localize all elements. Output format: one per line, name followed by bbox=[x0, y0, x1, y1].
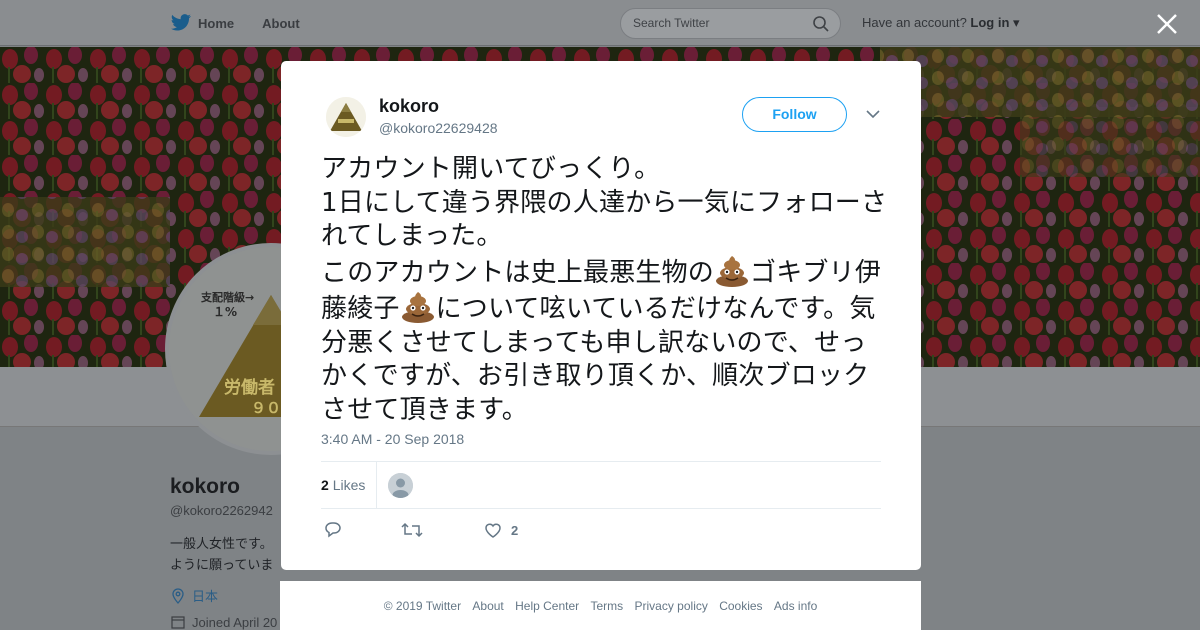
search-icon[interactable] bbox=[812, 15, 830, 33]
calendar-icon bbox=[171, 616, 185, 629]
profile-name: kokoro bbox=[170, 475, 241, 498]
stats-divider bbox=[376, 462, 377, 509]
reply-icon[interactable] bbox=[323, 521, 343, 539]
tweet-text: アカウント開いてびっくり。 1日にして違う界隈の人達から一気にフォローされてしま… bbox=[321, 153, 891, 427]
about-link[interactable]: About bbox=[262, 16, 300, 31]
likes-stat[interactable]: 2 Likes bbox=[321, 477, 365, 493]
avatar-label-num: ９０ bbox=[251, 399, 281, 417]
like-action-count: 2 bbox=[511, 523, 519, 538]
pyramid-avatar-small bbox=[326, 97, 366, 137]
joined-label: Joined April 20 bbox=[192, 614, 278, 630]
login-link[interactable]: Log in ▾ bbox=[970, 15, 1019, 30]
footer-link-help-center[interactable]: Help Center bbox=[515, 599, 579, 613]
retweet-icon[interactable] bbox=[401, 521, 423, 539]
tweet-actions: 2 bbox=[321, 519, 621, 543]
bio-line-1: 一般人女性です。 bbox=[170, 536, 273, 551]
location-label: 日本 bbox=[192, 589, 219, 604]
footer-link-privacy[interactable]: Privacy policy bbox=[635, 599, 708, 613]
search-input[interactable]: Search Twitter bbox=[620, 8, 841, 39]
top-navigation: Home About Search Twitter Have an accoun… bbox=[0, 0, 1200, 46]
footer-links: © 2019 Twitter About Help Center Terms P… bbox=[280, 599, 921, 613]
pile-of-poo-emoji-icon bbox=[716, 255, 749, 287]
avatar-label-bottom: 労働者 bbox=[224, 377, 275, 398]
likes-count: 2 bbox=[321, 477, 329, 493]
tweet-modal: kokoro @kokoro22629428 Follow アカウント開いてびっ… bbox=[281, 61, 921, 570]
avatar-label-top: 支配階級→ bbox=[200, 290, 254, 304]
profile-location[interactable]: 日本 bbox=[170, 586, 218, 605]
heart-icon[interactable] bbox=[483, 521, 503, 539]
footer-copyright: © 2019 Twitter bbox=[383, 599, 462, 613]
footer-link-cookies[interactable]: Cookies bbox=[719, 599, 762, 613]
footer-link-terms[interactable]: Terms bbox=[590, 599, 623, 613]
twitter-bird-icon bbox=[170, 14, 192, 31]
tweet-author-avatar[interactable] bbox=[326, 97, 366, 137]
footer-link-about[interactable]: About bbox=[472, 599, 503, 613]
liker-avatar[interactable] bbox=[388, 473, 413, 498]
avatar-label-pct: １% bbox=[213, 305, 237, 319]
follow-button[interactable]: Follow bbox=[742, 97, 847, 132]
tweet-stats: 2 Likes bbox=[321, 461, 881, 509]
home-link[interactable]: Home bbox=[170, 14, 234, 32]
profile-handle: @kokoro2262942 bbox=[170, 503, 273, 518]
profile-bio: 一般人女性です。 ように願っていま bbox=[170, 533, 285, 575]
tweet-author-name[interactable]: kokoro bbox=[379, 96, 439, 117]
chevron-down-icon[interactable] bbox=[866, 109, 880, 119]
location-pin-icon bbox=[172, 587, 184, 604]
close-icon[interactable] bbox=[1154, 11, 1180, 37]
search-placeholder: Search Twitter bbox=[633, 16, 710, 30]
default-user-icon bbox=[388, 473, 413, 498]
tweet-author-handle[interactable]: @kokoro22629428 bbox=[379, 120, 498, 136]
pile-of-poo-emoji-icon bbox=[401, 292, 434, 323]
account-area: Have an account? Log in ▾ bbox=[862, 15, 1020, 31]
footer-link-ads-info[interactable]: Ads info bbox=[774, 599, 817, 613]
likes-label: Likes bbox=[332, 477, 366, 493]
bio-line-2: ように願っていま bbox=[170, 557, 274, 572]
tweet-timestamp[interactable]: 3:40 AM - 20 Sep 2018 bbox=[321, 431, 464, 447]
modal-footer: © 2019 Twitter About Help Center Terms P… bbox=[280, 581, 921, 630]
profile-joined: Joined April 20 bbox=[170, 614, 277, 630]
home-label: Home bbox=[198, 15, 235, 31]
have-account-text: Have an account? bbox=[862, 15, 967, 30]
